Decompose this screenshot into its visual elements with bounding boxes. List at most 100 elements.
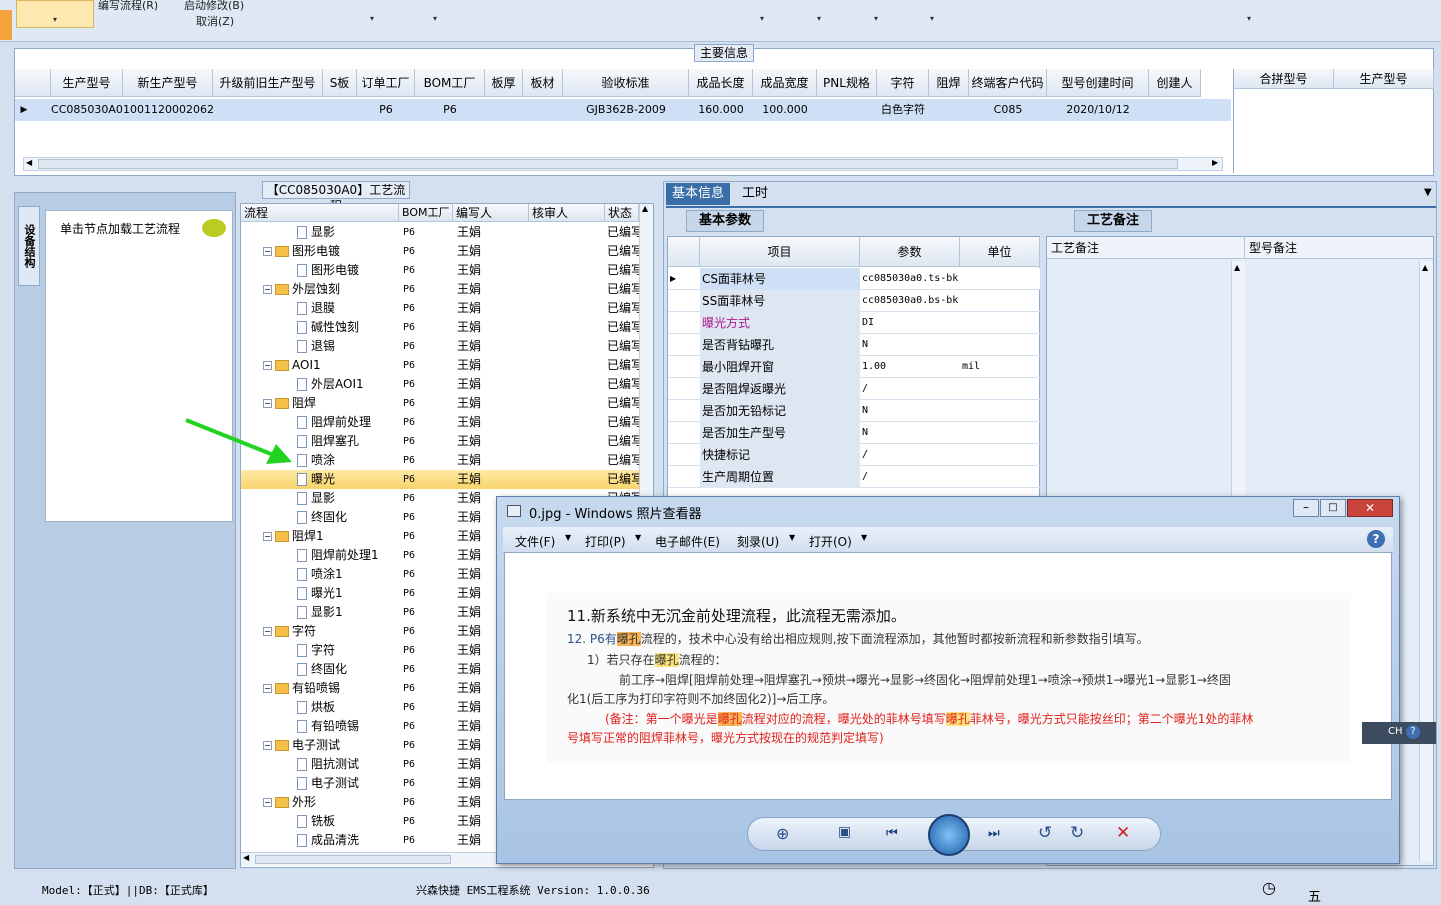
tab-basic-params[interactable]: 基本参数 bbox=[686, 210, 764, 232]
menu-print[interactable]: 打印(P) bbox=[585, 533, 626, 550]
tree-node[interactable]: − 外层蚀刻 P6 王娟 已编写 bbox=[241, 280, 643, 299]
rotate-right-icon[interactable]: ↻ bbox=[1070, 823, 1084, 843]
tree-node[interactable]: 显影 P6 王娟 已编写 bbox=[241, 223, 643, 242]
collapse-icon[interactable]: − bbox=[263, 361, 272, 370]
column-header[interactable]: PNL规格 bbox=[817, 69, 877, 97]
column-header[interactable]: 合拼型号 bbox=[1234, 69, 1334, 89]
table-cell[interactable]: 白色字符 bbox=[877, 99, 929, 121]
param-value[interactable]: cc085030a0.ts-bk bbox=[862, 268, 958, 290]
ime-mode[interactable]: 五 bbox=[1308, 886, 1321, 905]
column-header[interactable]: 阻焊 bbox=[929, 69, 969, 97]
menu-burn[interactable]: 刻录(U) bbox=[737, 533, 779, 550]
param-value[interactable]: cc085030a0.bs-bk bbox=[862, 290, 958, 312]
next-icon[interactable]: ⏭ bbox=[988, 826, 1000, 841]
delete-icon[interactable]: ✕ bbox=[1116, 823, 1130, 843]
menu-open[interactable]: 打开(O) bbox=[809, 533, 852, 550]
minimize-button[interactable]: – bbox=[1293, 499, 1319, 517]
table-cell[interactable]: 160.000 bbox=[689, 99, 753, 121]
table-cell[interactable]: P6 bbox=[415, 99, 485, 121]
param-value[interactable]: DI bbox=[862, 312, 958, 334]
column-header[interactable]: BOM工厂 bbox=[399, 204, 453, 222]
tab-process-notes[interactable]: 工艺备注 bbox=[1074, 210, 1152, 232]
column-header[interactable]: 升级前旧生产型号 bbox=[213, 69, 323, 97]
tree-node[interactable]: − 阻焊 P6 王娟 已编写 bbox=[241, 394, 643, 413]
selected-toolbar-button[interactable]: ▾ bbox=[16, 0, 94, 28]
chevron-down-icon[interactable]: ▼ bbox=[789, 533, 795, 542]
collapse-icon[interactable]: − bbox=[263, 399, 272, 408]
tree-node[interactable]: − 图形电镀 P6 王娟 已编写 bbox=[241, 242, 643, 261]
column-header[interactable]: 验收标准 bbox=[563, 69, 689, 97]
tree-node[interactable]: 阻焊前处理 P6 王娟 已编写 bbox=[241, 413, 643, 432]
table-cell[interactable] bbox=[213, 99, 323, 121]
tree-node[interactable]: 外层AOI1 P6 王娟 已编写 bbox=[241, 375, 643, 394]
collapse-icon[interactable]: − bbox=[263, 798, 272, 807]
column-header[interactable]: 状态 bbox=[605, 204, 639, 222]
tab-work-hours[interactable]: 工时 bbox=[736, 183, 774, 205]
chevron-down-icon[interactable]: ▼ bbox=[861, 533, 867, 542]
chevron-down-icon[interactable]: ▾ bbox=[1247, 14, 1251, 23]
previous-icon[interactable]: ⏮ bbox=[886, 826, 898, 841]
vertical-scrollbar[interactable]: ▲ bbox=[1419, 261, 1433, 861]
column-header[interactable]: 项目 bbox=[700, 237, 860, 267]
param-value[interactable]: N bbox=[862, 334, 958, 356]
collapse-icon[interactable]: − bbox=[263, 532, 272, 541]
table-cell[interactable]: 10011200020624 bbox=[123, 99, 213, 121]
param-row[interactable]: 是否背钻曝孔 N bbox=[668, 334, 1040, 356]
column-header[interactable]: BOM工厂 bbox=[415, 69, 485, 97]
tab-equipment-structure[interactable]: 设备结构 bbox=[18, 206, 40, 286]
ime-toolbar[interactable]: CH ? bbox=[1362, 722, 1436, 744]
column-header[interactable]: 创建人 bbox=[1149, 69, 1201, 97]
param-value[interactable]: N bbox=[862, 422, 958, 444]
table-cell[interactable]: 2020/10/12 bbox=[1047, 99, 1149, 121]
column-header[interactable]: 生产型号 bbox=[51, 69, 123, 97]
cancel-button[interactable]: 取消(Z) bbox=[196, 13, 234, 29]
menu-email[interactable]: 电子邮件(E) bbox=[655, 533, 720, 550]
param-value[interactable]: / bbox=[862, 378, 958, 400]
edit-flow-button[interactable]: 编写流程(R) bbox=[98, 0, 158, 13]
scroll-left-icon[interactable]: ◀ bbox=[243, 853, 249, 862]
chevron-down-icon[interactable]: ▼ bbox=[565, 533, 571, 542]
table-cell[interactable]: C085 bbox=[969, 99, 1047, 121]
chevron-down-icon[interactable]: ▾ bbox=[874, 14, 878, 23]
tree-node[interactable]: 曝光 P6 王娟 已编写 bbox=[241, 470, 643, 489]
param-value[interactable]: 1.00 bbox=[862, 356, 958, 378]
column-header[interactable]: 板厚 bbox=[485, 69, 523, 97]
table-cell[interactable]: P6 bbox=[357, 99, 415, 121]
tree-node[interactable]: 阻焊塞孔 P6 王娟 已编写 bbox=[241, 432, 643, 451]
column-header[interactable]: 单位 bbox=[960, 237, 1040, 267]
chevron-down-icon[interactable]: ▾ bbox=[433, 14, 437, 23]
scroll-up-icon[interactable]: ▲ bbox=[1422, 263, 1428, 272]
chevron-down-icon[interactable]: ▾ bbox=[817, 14, 821, 23]
table-cell[interactable] bbox=[929, 99, 969, 121]
column-header[interactable]: 字符 bbox=[877, 69, 929, 97]
tree-node[interactable]: 退锡 P6 王娟 已编写 bbox=[241, 337, 643, 356]
help-icon[interactable]: ? bbox=[1367, 530, 1385, 548]
scroll-right-icon[interactable]: ▶ bbox=[1212, 158, 1218, 167]
maximize-button[interactable]: □ bbox=[1320, 499, 1346, 517]
table-row[interactable]: ▶ CC085030A0 10011200020624 P6 P6 GJB362B-20… bbox=[15, 99, 1231, 121]
table-cell[interactable] bbox=[1149, 99, 1201, 121]
param-row[interactable]: 是否加生产型号 N bbox=[668, 422, 1040, 444]
column-header[interactable]: 核审人 bbox=[529, 204, 605, 222]
column-header[interactable]: 成品长度 bbox=[689, 69, 753, 97]
param-value[interactable]: N bbox=[862, 400, 958, 422]
param-value[interactable]: / bbox=[862, 444, 958, 466]
column-header[interactable]: 终端客户代码 bbox=[969, 69, 1047, 97]
menu-file[interactable]: 文件(F) bbox=[515, 533, 555, 550]
load-hint-box[interactable]: 单击节点加载工艺流程 bbox=[45, 210, 233, 522]
horizontal-scrollbar[interactable]: ◀ ▶ bbox=[23, 157, 1223, 171]
collapse-icon[interactable]: − bbox=[263, 285, 272, 294]
collapse-icon[interactable]: − bbox=[263, 627, 272, 636]
scroll-up-icon[interactable]: ▲ bbox=[642, 204, 648, 213]
param-row[interactable]: 是否加无铅标记 N bbox=[668, 400, 1040, 422]
help-icon[interactable]: ? bbox=[1406, 725, 1420, 739]
scroll-thumb[interactable] bbox=[38, 159, 1178, 169]
table-cell[interactable]: CC085030A0 bbox=[51, 99, 123, 121]
table-cell[interactable]: GJB362B-2009 bbox=[563, 99, 689, 121]
column-header[interactable]: 参数 bbox=[860, 237, 960, 267]
chevron-down-icon[interactable]: ▾ bbox=[930, 14, 934, 23]
tree-node[interactable]: 退膜 P6 王娟 已编写 bbox=[241, 299, 643, 318]
param-row[interactable]: ▶ CS面菲林号 cc085030a0.ts-bk bbox=[668, 268, 1040, 290]
table-cell[interactable] bbox=[323, 99, 357, 121]
param-row[interactable]: 生产周期位置 / bbox=[668, 466, 1040, 488]
